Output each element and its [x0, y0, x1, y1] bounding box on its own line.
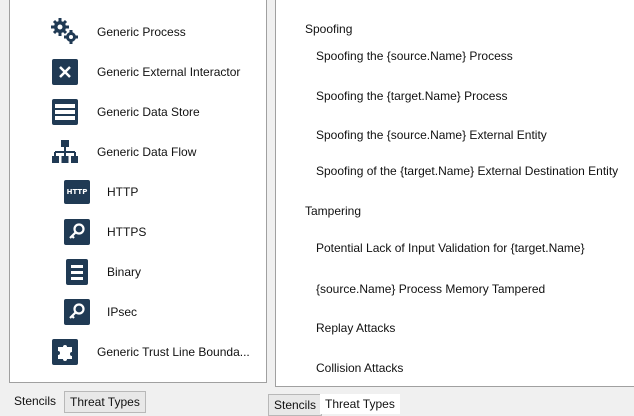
threat-item[interactable]: Potential Lack of Input Validation for {…	[316, 241, 585, 255]
stencil-ipsec[interactable]: IPsec	[62, 294, 137, 330]
stencil-generic-external-interactor[interactable]: Generic External Interactor	[50, 54, 240, 90]
threat-item[interactable]: Collision Attacks	[316, 361, 403, 375]
stencil-https[interactable]: HTTPS	[62, 214, 146, 250]
tab-stencils-right[interactable]: Stencils	[268, 394, 323, 416]
binary-icon	[62, 257, 92, 287]
stencil-panel: Generic Process Generic External Interac…	[9, 0, 267, 383]
stencil-label: Generic Process	[97, 25, 186, 39]
threat-item[interactable]: {source.Name} Process Memory Tampered	[316, 282, 545, 296]
stencil-generic-process[interactable]: Generic Process	[50, 14, 186, 50]
stencil-binary[interactable]: Binary	[62, 254, 141, 290]
threat-item[interactable]: Spoofing of the {target.Name} External D…	[316, 164, 618, 178]
stencil-label: Generic Data Store	[97, 105, 200, 119]
threat-item[interactable]: Replay Attacks	[316, 321, 395, 335]
threat-group-header-tampering[interactable]: Tampering	[305, 204, 361, 218]
stencil-generic-data-flow[interactable]: Generic Data Flow	[50, 134, 196, 170]
stencil-label: Generic Trust Line Bounda...	[97, 345, 250, 359]
stencil-label: Binary	[107, 265, 142, 279]
tab-stencils-left[interactable]: Stencils	[9, 391, 61, 411]
stencil-label: HTTPS	[107, 225, 147, 239]
threat-types-panel: Spoofing Spoofing the {source.Name} Proc…	[275, 0, 634, 387]
stencil-label: IPsec	[107, 305, 138, 319]
stencil-label: Generic External Interactor	[97, 65, 241, 79]
https-icon	[62, 217, 92, 247]
stencil-generic-trust-line-boundary[interactable]: Generic Trust Line Bounda...	[50, 334, 250, 370]
http-icon: HTTP	[62, 177, 92, 207]
tab-threat-types-right[interactable]: Threat Types	[320, 394, 400, 414]
stencil-label: Generic Data Flow	[97, 145, 197, 159]
threat-item[interactable]: Spoofing the {source.Name} Process	[316, 49, 513, 63]
stencil-http[interactable]: HTTP HTTP	[62, 174, 138, 210]
threat-group-header-spoofing[interactable]: Spoofing	[305, 22, 352, 36]
tab-threat-types-left[interactable]: Threat Types	[64, 391, 146, 413]
trust-boundary-icon	[50, 337, 80, 367]
stencil-generic-data-store[interactable]: Generic Data Store	[50, 94, 200, 130]
threat-item[interactable]: Spoofing the {target.Name} Process	[316, 89, 507, 103]
stencil-label: HTTP	[107, 185, 139, 199]
threat-item[interactable]: Spoofing the {source.Name} External Enti…	[316, 128, 547, 142]
external-interactor-icon	[50, 57, 80, 87]
data-flow-icon	[50, 137, 80, 167]
ipsec-icon	[62, 297, 92, 327]
gears-icon	[50, 17, 80, 47]
data-store-icon	[50, 97, 80, 127]
